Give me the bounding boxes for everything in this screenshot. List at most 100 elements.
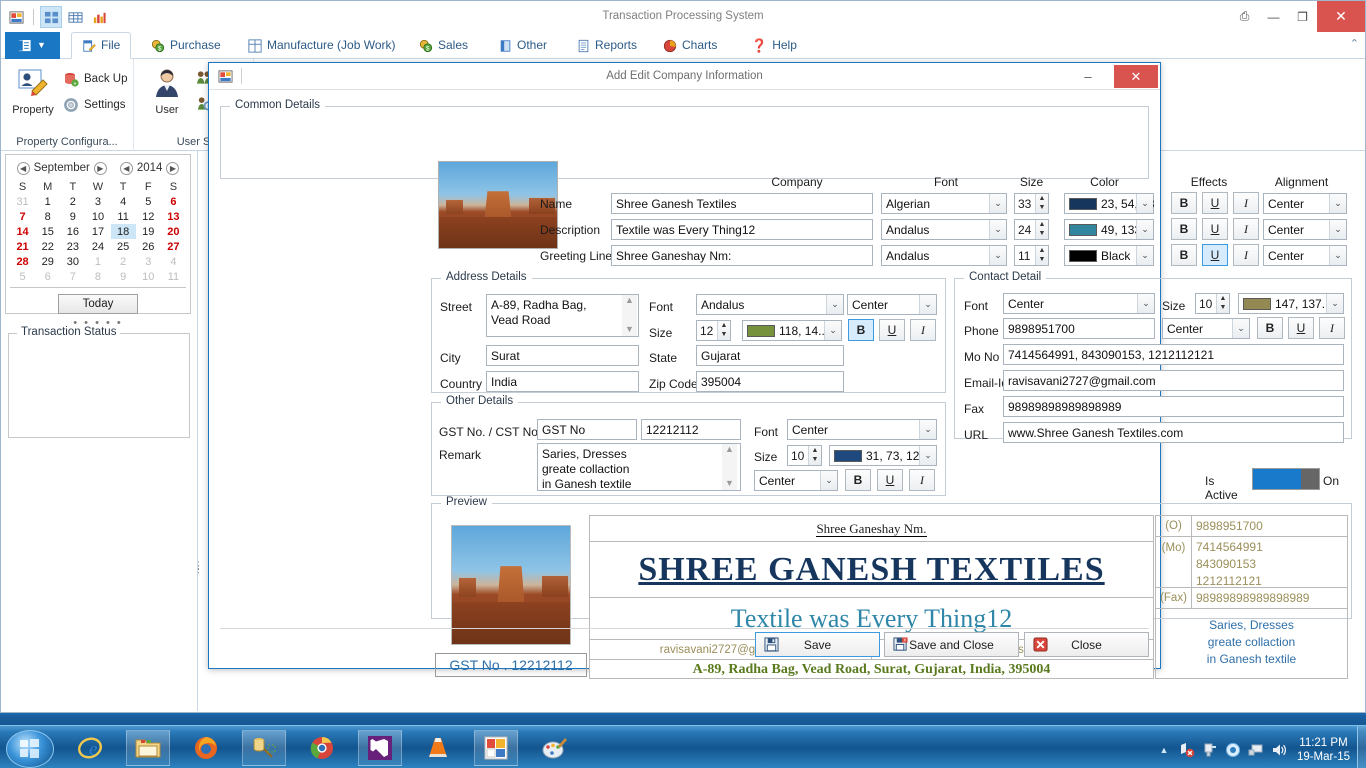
chrome-icon[interactable]: [300, 730, 344, 766]
phone-input[interactable]: 9898951700: [1003, 318, 1155, 339]
form-icon[interactable]: [5, 6, 27, 28]
common-row-bold-0[interactable]: B: [1171, 192, 1197, 214]
common-row-alignment-1[interactable]: Center ⌄: [1263, 219, 1347, 240]
common-row-font-1[interactable]: Andalus ⌄: [881, 219, 1007, 240]
phone-alignment-select[interactable]: Center ⌄: [1162, 318, 1250, 339]
calendar-day[interactable]: 16: [60, 224, 85, 239]
calendar-day[interactable]: 27: [161, 239, 186, 254]
calendar-day[interactable]: 24: [85, 239, 110, 254]
property-button[interactable]: Property: [4, 67, 62, 116]
chevron-down-icon[interactable]: ⌄: [919, 295, 936, 314]
chevron-down-icon[interactable]: ⌄: [1136, 246, 1153, 265]
grid-icon[interactable]: [64, 6, 86, 28]
address-underline-button[interactable]: U: [879, 319, 905, 341]
street-input[interactable]: A-89, Radha Bag, Vead Road: [486, 294, 639, 337]
calendar-day[interactable]: 7: [10, 209, 35, 224]
usb-icon[interactable]: [1202, 742, 1218, 758]
street-scrollbar[interactable]: ▲ ▼: [622, 295, 637, 336]
common-row-value-0[interactable]: Shree Ganesh Textiles: [611, 193, 873, 214]
media-icon[interactable]: [1225, 742, 1241, 758]
email-input[interactable]: ravisavani2727@gmail.com: [1003, 370, 1344, 391]
fax-input[interactable]: 98989898989898989: [1003, 396, 1344, 417]
calendar-day[interactable]: 9: [111, 269, 136, 284]
tab-reports[interactable]: Reports: [567, 32, 647, 59]
dialog-close-icon[interactable]: ✕: [1114, 65, 1158, 88]
address-font-select[interactable]: Andalus ⌄: [696, 294, 844, 315]
calendar-day[interactable]: 22: [35, 239, 60, 254]
spinner-arrows-icon[interactable]: ▲ ▼: [717, 321, 730, 340]
contact-bold-button[interactable]: B: [1257, 317, 1283, 339]
tab-file[interactable]: File: [71, 32, 132, 59]
chevron-down-icon[interactable]: ⌄: [989, 194, 1006, 213]
state-input[interactable]: Gujarat: [696, 345, 844, 366]
calendar-day[interactable]: 25: [111, 239, 136, 254]
common-row-underline-0[interactable]: U: [1202, 192, 1228, 214]
chevron-down-icon[interactable]: ⌄: [989, 246, 1006, 265]
contact-size-spinner[interactable]: 10 ▲ ▼: [1195, 293, 1230, 314]
address-italic-button[interactable]: I: [910, 319, 936, 341]
calendar-day[interactable]: 11: [111, 209, 136, 224]
chevron-down-icon[interactable]: ⌄: [1326, 294, 1343, 313]
contact-italic-button[interactable]: I: [1319, 317, 1345, 339]
chevron-down-icon[interactable]: ⌄: [820, 471, 837, 490]
tab-other[interactable]: Other: [489, 32, 557, 59]
country-input[interactable]: India: [486, 371, 639, 392]
minimize-icon[interactable]: —: [1259, 1, 1288, 32]
save-button[interactable]: Save: [755, 632, 880, 657]
next-month-icon[interactable]: ▶: [93, 161, 107, 175]
visual-studio-icon[interactable]: [358, 730, 402, 766]
windows-start-orb[interactable]: [6, 730, 54, 768]
today-button[interactable]: Today: [58, 294, 138, 314]
calendar-day[interactable]: 2: [111, 254, 136, 269]
calendar-day[interactable]: 18: [110, 224, 136, 239]
gst-number-input[interactable]: 12212112: [641, 419, 741, 440]
address-alignment-select[interactable]: Center ⌄: [847, 294, 937, 315]
ribbon-collapse-icon[interactable]: ⌃: [1350, 37, 1359, 50]
calendar-day[interactable]: 21: [10, 239, 35, 254]
calendar-day[interactable]: 29: [35, 254, 60, 269]
calendar-day[interactable]: 8: [85, 269, 110, 284]
user-button[interactable]: User: [138, 67, 196, 116]
common-row-color-2[interactable]: Black ⌄: [1064, 245, 1154, 266]
common-row-color-1[interactable]: 49, 133... ⌄: [1064, 219, 1154, 240]
calendar-day[interactable]: 28: [10, 254, 35, 269]
calendar-grid[interactable]: S M T W T F S 31 1 2 3 4 5 6 7 8 9 10 11 12 13 14 15 16 17 18 19 20…: [10, 180, 186, 284]
calendar-day[interactable]: 19: [136, 224, 161, 239]
pane-resize-grip[interactable]: ⋮ ⋮: [194, 561, 203, 574]
city-input[interactable]: Surat: [486, 345, 639, 366]
calendar-day[interactable]: 5: [10, 269, 35, 284]
common-row-italic-0[interactable]: I: [1233, 192, 1259, 214]
chevron-down-icon[interactable]: ⌄: [826, 295, 843, 314]
application-menu-button[interactable]: ▼: [5, 32, 60, 59]
calendar-day[interactable]: 12: [136, 209, 161, 224]
prev-month-icon[interactable]: ◀: [16, 161, 30, 175]
calendar-day[interactable]: 11: [161, 269, 186, 284]
calendar-day[interactable]: 30: [60, 254, 85, 269]
chevron-down-icon[interactable]: ⌄: [1136, 220, 1153, 239]
calendar-day[interactable]: 2: [60, 194, 85, 209]
paint-icon[interactable]: [532, 730, 576, 766]
spinner-arrows-icon[interactable]: ▲ ▼: [1216, 294, 1229, 313]
calendar-day[interactable]: 7: [60, 269, 85, 284]
common-row-italic-2[interactable]: I: [1233, 244, 1259, 266]
common-row-size-0[interactable]: 33 ▲ ▼: [1014, 193, 1049, 214]
common-row-alignment-2[interactable]: Center ⌄: [1263, 245, 1347, 266]
chart-icon[interactable]: [88, 6, 110, 28]
calendar-day[interactable]: 13: [161, 209, 186, 224]
chevron-down-icon[interactable]: ⌄: [919, 420, 936, 439]
vlc-icon[interactable]: [416, 730, 460, 766]
common-row-bold-1[interactable]: B: [1171, 218, 1197, 240]
monitor-icon[interactable]: [1248, 742, 1264, 758]
app-tiles-icon[interactable]: [474, 730, 518, 766]
calendar-day[interactable]: 31: [10, 194, 35, 209]
address-color-select[interactable]: 118, 14... ⌄: [742, 320, 842, 341]
chevron-down-icon[interactable]: ⌄: [1329, 194, 1346, 213]
zip-input[interactable]: 395004: [696, 371, 844, 392]
chevron-down-icon[interactable]: ⌄: [919, 446, 936, 465]
common-row-underline-2[interactable]: U: [1202, 244, 1228, 266]
common-row-italic-1[interactable]: I: [1233, 218, 1259, 240]
prev-year-icon[interactable]: ◀: [119, 161, 133, 175]
calendar-day[interactable]: 14: [10, 224, 35, 239]
tab-charts[interactable]: Charts: [653, 32, 727, 59]
taskbar-clock[interactable]: 11:21 PM 19-Mar-15: [1297, 736, 1350, 764]
